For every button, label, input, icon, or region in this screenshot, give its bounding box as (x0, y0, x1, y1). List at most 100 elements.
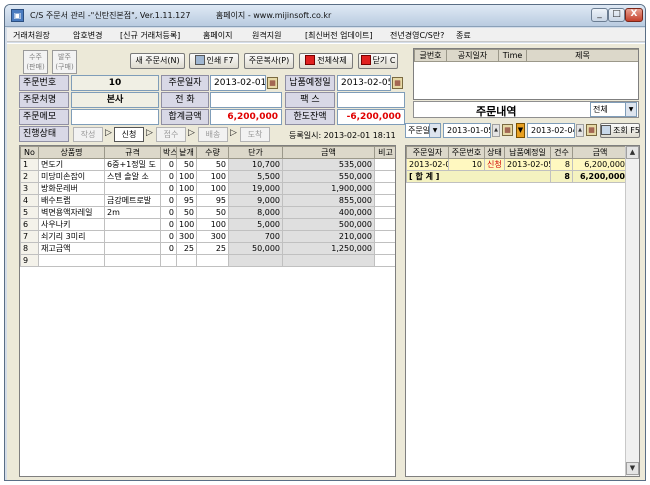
item-note[interactable] (374, 230, 395, 243)
item-qty[interactable]: 100 (196, 170, 229, 183)
table-row[interactable]: 2013-02-01 10 신청 2013-02-05 8 6,200,000 (406, 158, 628, 171)
close-button[interactable]: 닫기 C (358, 53, 398, 69)
item-spec[interactable] (104, 230, 161, 243)
menu-item-cs-info[interactable]: 전년경영C/S란? (390, 30, 444, 41)
spin-icon[interactable]: ▲ (576, 124, 584, 137)
item-box[interactable]: 0 (160, 158, 177, 171)
tab-purchase-order[interactable]: 발주 (구매) (52, 50, 77, 74)
order-history-grid[interactable]: 주문일자 주문번호 상태 납품예정일 건수 금액 2013-02-01 10 신… (405, 145, 640, 477)
item-note[interactable] (374, 170, 395, 183)
item-spec[interactable] (104, 182, 161, 195)
item-unit[interactable]: 100 (176, 218, 197, 231)
item-unit[interactable]: 50 (176, 158, 197, 171)
item-name[interactable]: 쇠기리 3미리 (38, 230, 105, 243)
item-unit[interactable]: 300 (176, 230, 197, 243)
item-spec[interactable]: 2m (104, 206, 161, 219)
delete-all-button[interactable]: 전체삭제 (299, 53, 353, 69)
item-box[interactable]: 0 (160, 218, 177, 231)
item-box[interactable]: 0 (160, 194, 177, 207)
item-price[interactable]: 10,700 (228, 158, 283, 171)
order-date-field[interactable]: 2013-02-01 (210, 75, 266, 91)
item-name[interactable]: 사우나키 (38, 218, 105, 231)
item-unit[interactable] (176, 254, 197, 267)
print-button[interactable]: 인쇄 F7 (189, 53, 239, 69)
item-unit[interactable]: 25 (176, 242, 197, 255)
scroll-down-icon[interactable]: ▼ (626, 462, 639, 475)
item-price[interactable]: 700 (228, 230, 283, 243)
item-qty[interactable]: 25 (196, 242, 229, 255)
calendar-icon[interactable]: ▦ (502, 124, 513, 136)
table-row[interactable]: 1 면도기 6중+1정밀 도 0 50 50 10,700 535,000 (20, 158, 395, 171)
item-price[interactable]: 9,000 (228, 194, 283, 207)
notice-grid[interactable]: 글번호 공지일자 Time 제목 (413, 48, 639, 100)
phone-field[interactable] (210, 92, 282, 108)
item-name[interactable]: 미당미손잡이 (38, 170, 105, 183)
arrow-down-icon[interactable]: ▼ (516, 123, 525, 138)
item-price[interactable]: 5,000 (228, 218, 283, 231)
item-qty[interactable]: 50 (196, 206, 229, 219)
item-qty[interactable]: 50 (196, 158, 229, 171)
item-unit[interactable]: 100 (176, 170, 197, 183)
item-note[interactable] (374, 206, 395, 219)
items-grid[interactable]: No 상품명 규격 박스 낱개 수량 단가 금액 비고 1 면도기 6중+1정밀 도… (19, 145, 396, 477)
item-unit[interactable]: 95 (176, 194, 197, 207)
item-note[interactable] (374, 158, 395, 171)
item-note[interactable] (374, 194, 395, 207)
scroll-up-icon[interactable]: ▲ (626, 146, 639, 159)
item-note[interactable] (374, 182, 395, 195)
item-spec[interactable] (104, 254, 161, 267)
item-price[interactable] (228, 254, 283, 267)
item-price[interactable]: 5,500 (228, 170, 283, 183)
item-name[interactable]: 면도기 (38, 158, 105, 171)
from-date-field[interactable]: 2013-01-05 (443, 123, 491, 138)
item-name[interactable] (38, 254, 105, 267)
menu-item-update[interactable]: [최신버전 업데이트] (305, 30, 373, 41)
history-vertical-scrollbar[interactable]: ▲ ▼ (625, 146, 639, 476)
to-date-field[interactable]: 2013-02-04 (527, 123, 575, 138)
table-row[interactable]: 6 사우나키 0 100 100 5,000 500,000 (20, 218, 395, 231)
item-spec[interactable] (104, 242, 161, 255)
item-qty[interactable]: 100 (196, 218, 229, 231)
item-box[interactable] (160, 254, 177, 267)
calendar-icon[interactable]: ▦ (586, 124, 597, 136)
item-box[interactable]: 0 (160, 170, 177, 183)
date-type-select[interactable]: 주문일 ▼ (405, 123, 441, 138)
item-name[interactable]: 벽면용액자레일 (38, 206, 105, 219)
item-qty[interactable] (196, 254, 229, 267)
item-spec[interactable]: 스텐 솔알 소 (104, 170, 161, 183)
new-order-button[interactable]: 새 주문서(N) (130, 53, 185, 69)
item-box[interactable]: 0 (160, 182, 177, 195)
item-box[interactable]: 0 (160, 242, 177, 255)
item-price[interactable]: 50,000 (228, 242, 283, 255)
item-spec[interactable] (104, 218, 161, 231)
menu-item-remote-support[interactable]: 원격지원 (252, 30, 281, 41)
table-row[interactable]: 4 배수트랩 금강메트로발 0 95 95 9,000 855,000 (20, 194, 395, 207)
maximize-button[interactable]: □ (608, 8, 625, 22)
status-filter-select[interactable]: 전체 ▼ (590, 102, 637, 117)
item-qty[interactable]: 100 (196, 182, 229, 195)
fax-field[interactable] (337, 92, 405, 108)
delivery-date-field[interactable]: 2013-02-05 (337, 75, 391, 91)
item-price[interactable]: 8,000 (228, 206, 283, 219)
item-unit[interactable]: 50 (176, 206, 197, 219)
menu-item-ledger[interactable]: 거래처원장 (13, 30, 50, 41)
table-row[interactable]: 2 미당미손잡이 스텐 솔알 소 0 100 100 5,500 550,000 (20, 170, 395, 183)
item-qty[interactable]: 300 (196, 230, 229, 243)
item-box[interactable]: 0 (160, 206, 177, 219)
menu-item-homepage[interactable]: 홈페이지 (203, 30, 232, 41)
copy-order-button[interactable]: 주문복사(P) (244, 53, 294, 69)
calendar-icon[interactable]: ▦ (267, 77, 278, 89)
item-note[interactable] (374, 218, 395, 231)
memo-field[interactable] (71, 109, 159, 125)
menu-item-password[interactable]: 암호변경 (73, 30, 102, 41)
minimize-button[interactable]: _ (591, 8, 608, 22)
item-name[interactable]: 재고금액 (38, 242, 105, 255)
item-box[interactable]: 0 (160, 230, 177, 243)
search-button[interactable]: 조회 F5 (600, 123, 640, 138)
table-row[interactable]: 9 (20, 254, 395, 267)
table-row[interactable]: 8 재고금액 0 25 25 50,000 1,250,000 (20, 242, 395, 255)
calendar-icon[interactable]: ▦ (392, 77, 403, 89)
menu-item-new-client[interactable]: [신규 거래처등록] (120, 30, 180, 41)
item-name[interactable]: 방화문레버 (38, 182, 105, 195)
item-note[interactable] (374, 254, 395, 267)
